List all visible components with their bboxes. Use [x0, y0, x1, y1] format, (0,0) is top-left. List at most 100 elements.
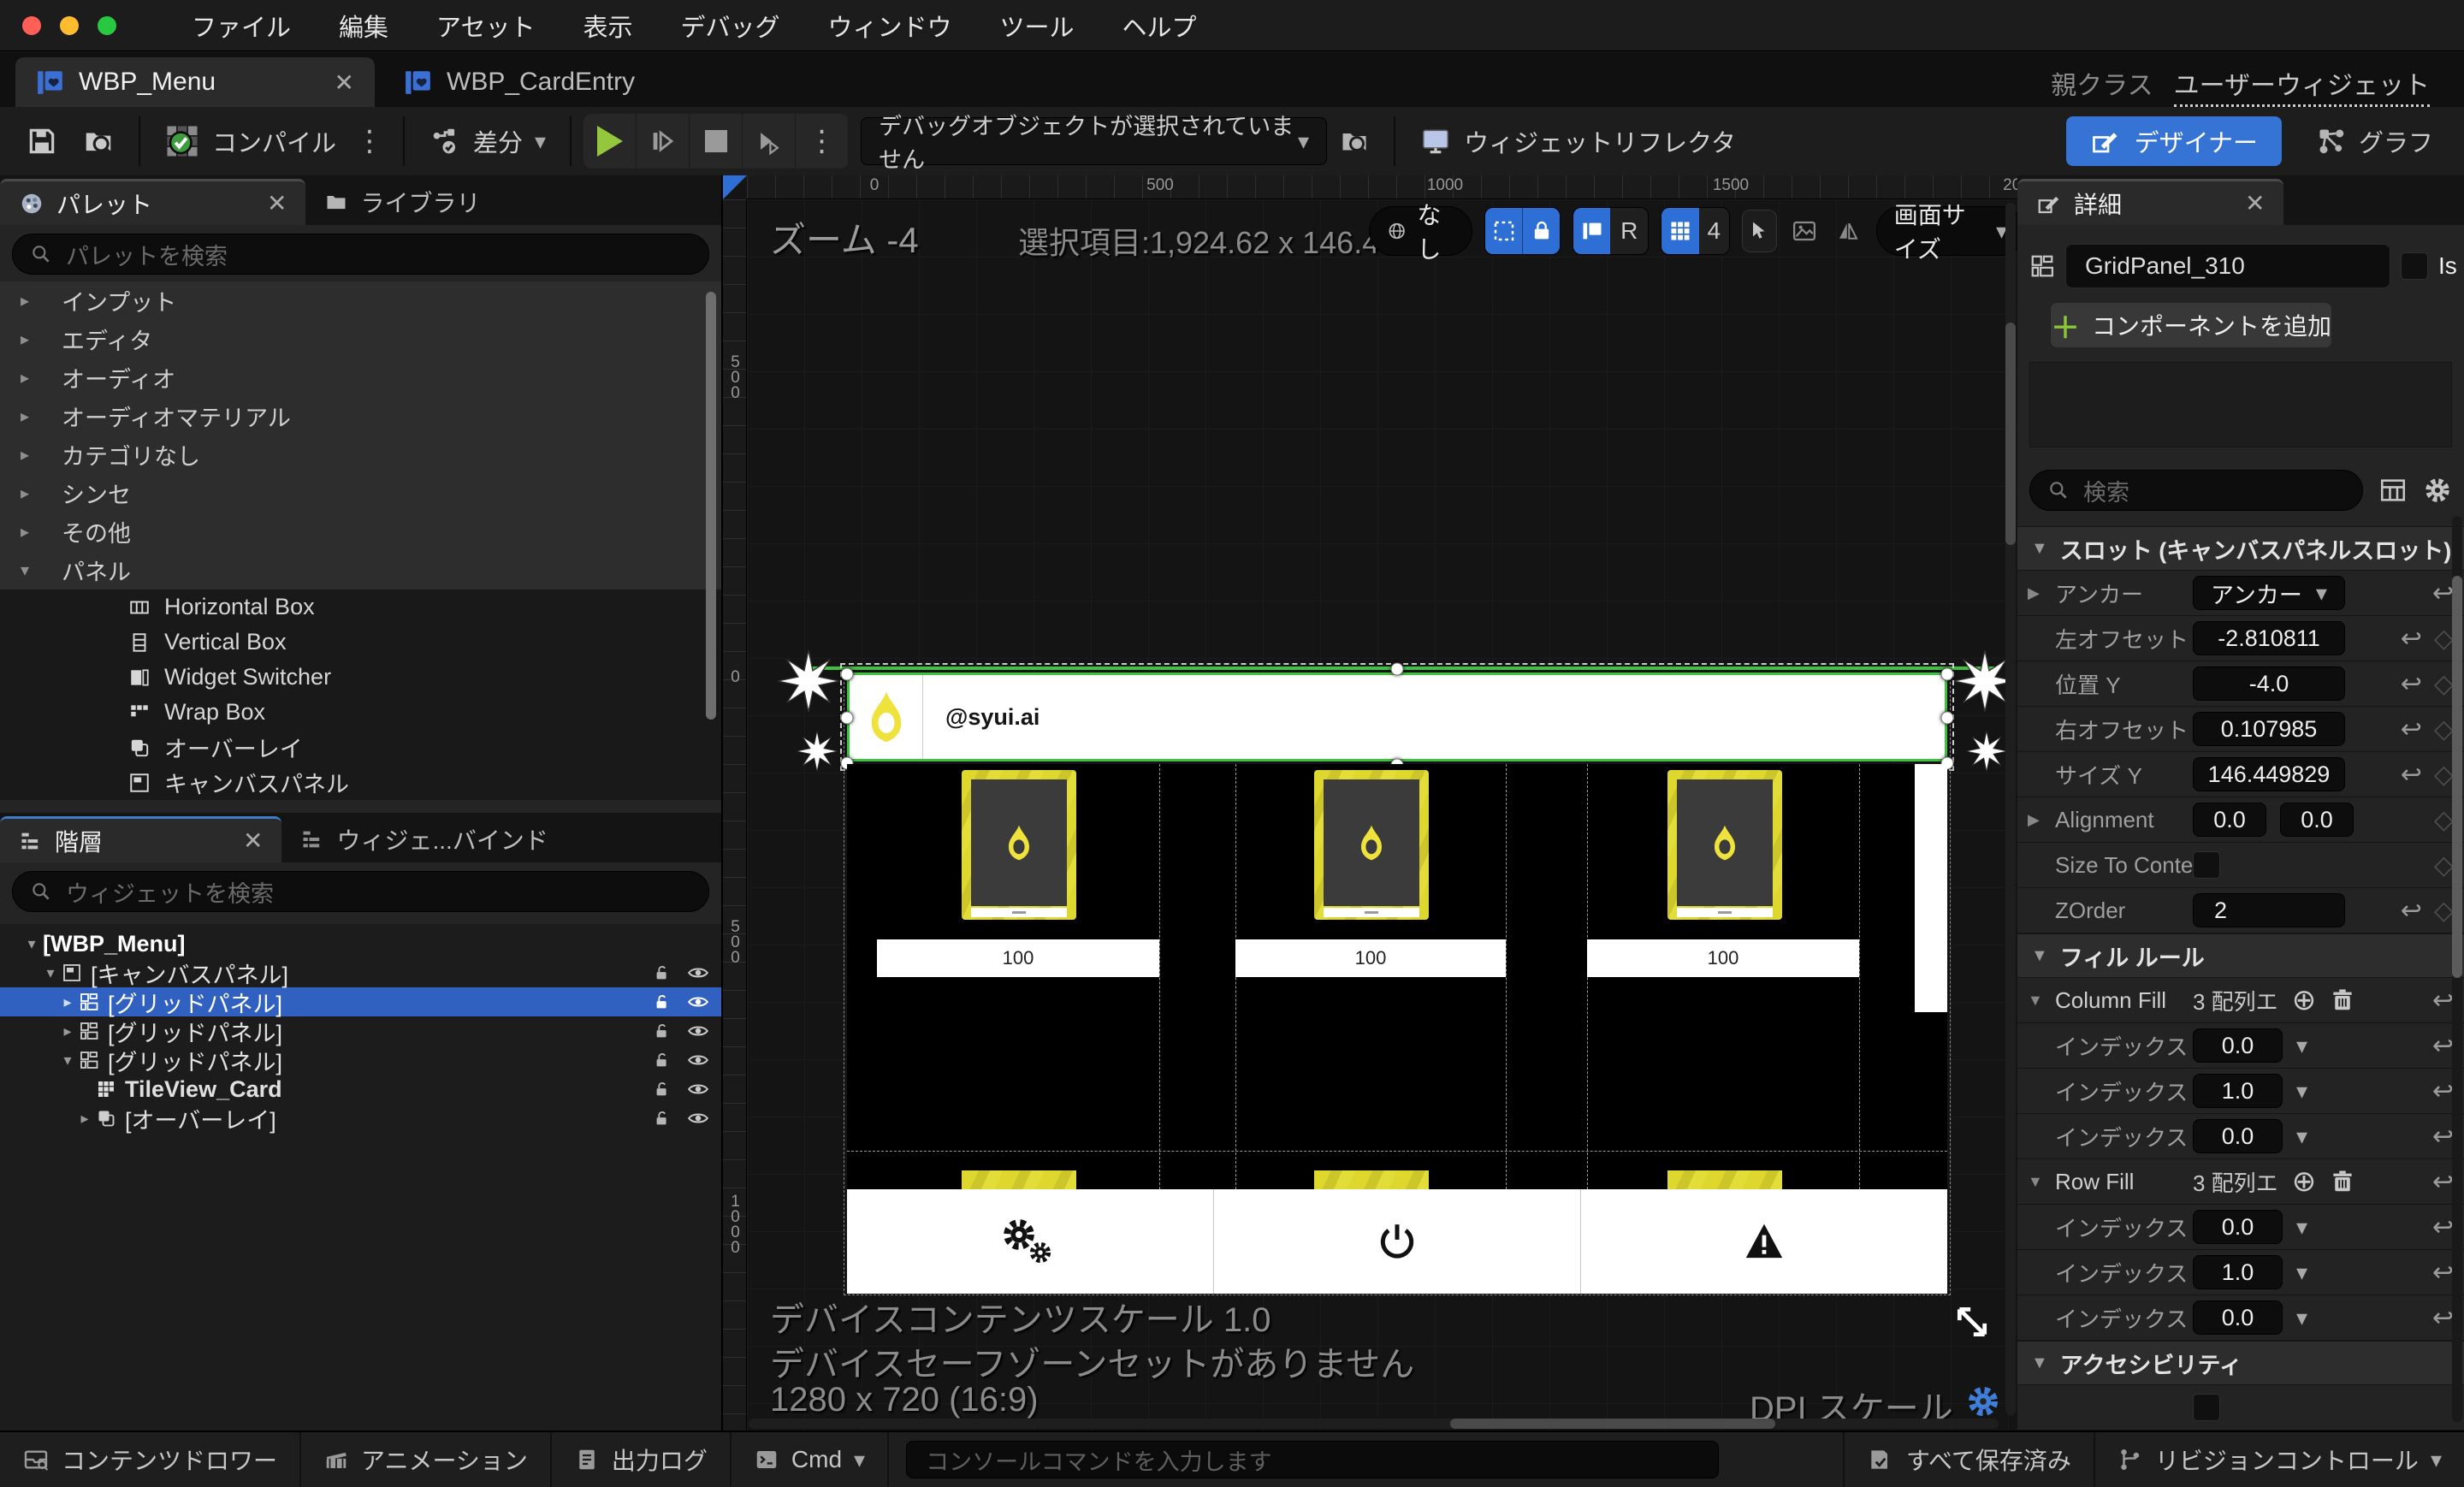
- palette-category-audio[interactable]: ▸ オーディオ: [0, 358, 721, 397]
- resize-handle[interactable]: [840, 711, 854, 725]
- bind-diamond-icon[interactable]: ◇: [2434, 896, 2454, 926]
- fill-rules-section-header[interactable]: ▼ フィル ルール: [2017, 933, 2464, 978]
- resize-handle[interactable]: [1940, 711, 1954, 725]
- menu-tools[interactable]: ツール: [1000, 8, 1075, 44]
- revision-control-button[interactable]: リビジョンコントロール ▾: [2093, 1432, 2464, 1487]
- alignment-x-input[interactable]: 0.0: [2193, 803, 2266, 837]
- palette-item-vertical-box[interactable]: Vertical Box: [0, 625, 721, 660]
- chevron-down-icon[interactable]: ▾: [39, 964, 62, 982]
- anchor-dropdown[interactable]: アンカー ▾: [2193, 576, 2345, 610]
- designer-viewport[interactable]: 0 500 1000 1500 200 500 0 500 1000 ズーム -…: [723, 175, 2017, 1431]
- cmd-dropdown[interactable]: Cmd ▾: [732, 1432, 890, 1487]
- lock-icon[interactable]: [653, 1109, 672, 1128]
- flip-preview-button[interactable]: [1833, 211, 1864, 251]
- tab-library[interactable]: ライブラリ: [305, 179, 499, 225]
- visibility-eye-icon[interactable]: [687, 1020, 709, 1042]
- reset-icon[interactable]: ↩: [2432, 1122, 2454, 1152]
- reset-icon[interactable]: ↩: [2432, 1303, 2454, 1333]
- save-status-button[interactable]: すべて保存済み: [1843, 1432, 2094, 1487]
- reset-icon[interactable]: ↩: [2432, 578, 2454, 608]
- size-y-input[interactable]: 146.449829: [2193, 757, 2345, 791]
- tree-item-overlay[interactable]: ▸ [オーバーレイ]: [0, 1104, 721, 1134]
- preview-background-button[interactable]: [1789, 211, 1821, 251]
- palette-category-editor[interactable]: ▸ エディタ: [0, 320, 721, 358]
- palette-item-widget-switcher[interactable]: Widget Switcher: [0, 660, 721, 695]
- resize-handle[interactable]: [840, 667, 854, 681]
- chevron-down-icon[interactable]: ▾: [2296, 1214, 2307, 1241]
- palette-category-audio-material[interactable]: ▸ オーディオマテリアル: [0, 397, 721, 435]
- widget-name-input[interactable]: GridPanel_310: [2065, 244, 2390, 288]
- marquee-select-toggle[interactable]: [1484, 208, 1523, 254]
- chevron-right-icon[interactable]: ▶: [2028, 811, 2040, 829]
- grid-snap-size[interactable]: 4: [1698, 208, 1729, 254]
- menu-window[interactable]: ウィンドウ: [827, 8, 951, 44]
- screen-size-dropdown[interactable]: 画面サイズ ▾: [1875, 202, 2017, 263]
- diff-button[interactable]: 差分 ▾: [417, 115, 558, 168]
- reset-icon[interactable]: ↩: [2401, 714, 2422, 744]
- menu-help[interactable]: ヘルプ: [1122, 8, 1197, 44]
- palette-item-canvas-panel[interactable]: キャンバスパネル: [0, 765, 721, 800]
- reset-icon[interactable]: ↩: [2432, 1167, 2454, 1197]
- tree-item-wbp-menu[interactable]: ▾ [WBP_Menu]: [0, 929, 721, 958]
- parent-class-link[interactable]: ユーザーウィジェット: [2173, 64, 2430, 107]
- position-y-input[interactable]: -4.0: [2193, 666, 2345, 701]
- stop-button[interactable]: [690, 114, 743, 169]
- browse-debug-object-button[interactable]: [1327, 115, 1382, 168]
- visibility-eye-icon[interactable]: [687, 1049, 709, 1071]
- close-icon[interactable]: ✕: [243, 826, 263, 855]
- column-fill-2-input[interactable]: 0.0: [2193, 1119, 2283, 1153]
- frame-skip-button[interactable]: [637, 114, 690, 169]
- lock-icon[interactable]: [653, 1051, 672, 1069]
- bind-diamond-icon[interactable]: ◇: [2434, 805, 2454, 835]
- palette-category-uncategorized[interactable]: ▸ カテゴリなし: [0, 435, 721, 474]
- palette-category-input[interactable]: ▸ インプット: [0, 281, 721, 320]
- anchor-medallion-icon[interactable]: [776, 649, 841, 714]
- menu-file[interactable]: ファイル: [192, 8, 291, 44]
- tree-item-grid-panel-3[interactable]: ▾ [グリッドパネル]: [0, 1046, 721, 1075]
- add-element-icon[interactable]: ⊕: [2292, 1164, 2317, 1199]
- chevron-down-icon[interactable]: ▾: [2296, 1123, 2307, 1150]
- tab-details[interactable]: 詳細 ✕: [2017, 179, 2284, 225]
- card-widget[interactable]: [1314, 770, 1429, 920]
- lock-icon[interactable]: [653, 1022, 672, 1040]
- tree-item-grid-panel-selected[interactable]: ▸ [グリッドパネル]: [0, 987, 721, 1017]
- lock-icon[interactable]: [653, 992, 672, 1011]
- trash-icon[interactable]: [2330, 1169, 2355, 1194]
- palette-category-synth[interactable]: ▸ シンセ: [0, 474, 721, 512]
- power-menu-button[interactable]: [1214, 1189, 1581, 1294]
- trash-icon[interactable]: [2330, 987, 2355, 1013]
- tab-widget-bind[interactable]: ウィジェ...バインド: [281, 816, 566, 862]
- resize-corner-icon[interactable]: [1953, 1303, 1991, 1341]
- tile-view-canvas[interactable]: 100 100 100: [847, 764, 1947, 1189]
- dpi-settings-gear-icon[interactable]: [1965, 1383, 2001, 1419]
- bind-diamond-icon[interactable]: ◇: [2434, 624, 2454, 654]
- chevron-down-icon[interactable]: ▾: [21, 935, 43, 953]
- chevron-down-icon[interactable]: ▾: [2296, 1259, 2307, 1286]
- column-fill-0-input[interactable]: 0.0: [2193, 1028, 2283, 1063]
- tree-item-grid-panel-2[interactable]: ▸ [グリッドパネル]: [0, 1016, 721, 1046]
- close-window-button[interactable]: [22, 15, 41, 35]
- column-fill-1-input[interactable]: 1.0: [2193, 1074, 2283, 1108]
- warning-menu-button[interactable]: [1581, 1189, 1947, 1294]
- details-scrollbar[interactable]: [2452, 516, 2462, 1422]
- reset-icon[interactable]: ↩: [2432, 986, 2454, 1016]
- close-icon[interactable]: ✕: [2245, 189, 2265, 217]
- add-component-button[interactable]: ＋ コンポーネントを追加: [2050, 302, 2332, 348]
- play-from-here-button[interactable]: [743, 114, 797, 169]
- bind-diamond-icon[interactable]: ◇: [2434, 714, 2454, 744]
- respect-locks-toggle[interactable]: R: [1610, 208, 1648, 254]
- animation-button[interactable]: アニメーション: [301, 1432, 552, 1487]
- palette-category-other[interactable]: ▸ その他: [0, 512, 721, 551]
- cursor-tool-button[interactable]: [1741, 210, 1777, 252]
- tree-item-canvas-panel[interactable]: ▾ [キャンバスパネル]: [0, 958, 721, 988]
- palette-item-overlay[interactable]: オーバーレイ: [0, 730, 721, 765]
- play-button[interactable]: [583, 114, 637, 169]
- slot-section-header[interactable]: ▼ スロット (キャンバスパネルスロット): [2017, 526, 2464, 571]
- resize-handle[interactable]: [1940, 667, 1954, 681]
- hierarchy-search-input[interactable]: ウィジェットを検索: [12, 871, 709, 912]
- content-drawer-button[interactable]: コンテンツドロワー: [0, 1432, 302, 1487]
- tab-wbp-menu[interactable]: WBP_Menu ✕: [15, 57, 375, 107]
- bind-diamond-icon[interactable]: ◇: [2434, 669, 2454, 699]
- menu-view[interactable]: 表示: [583, 8, 632, 44]
- reset-icon[interactable]: ↩: [2401, 896, 2422, 926]
